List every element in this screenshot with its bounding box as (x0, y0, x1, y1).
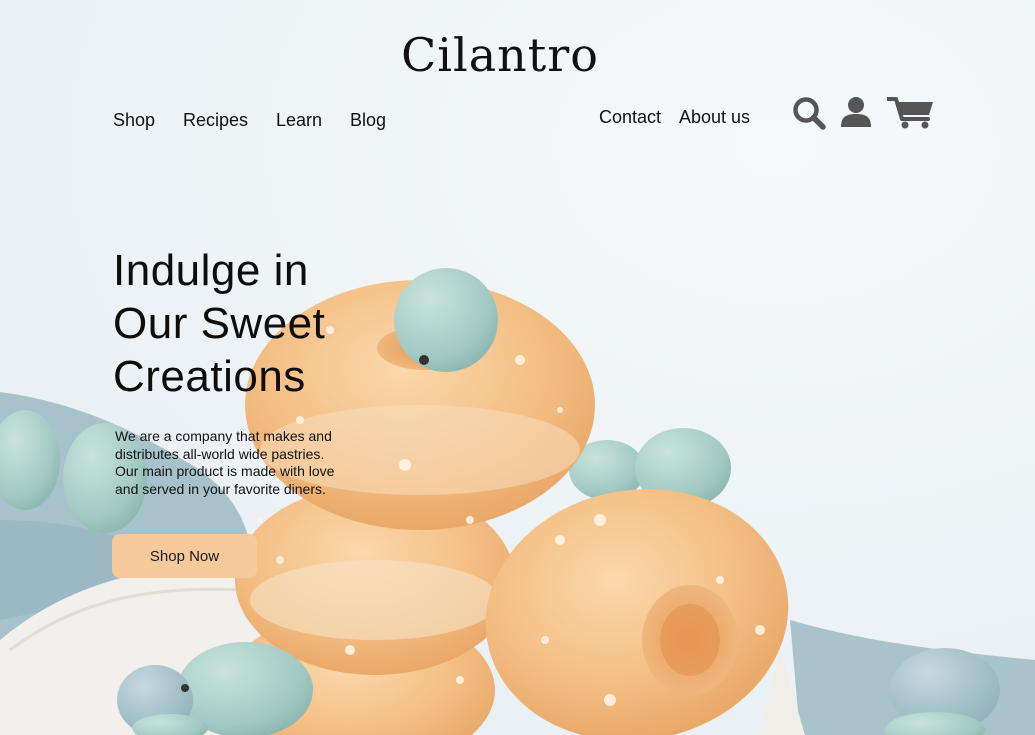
nav-blog-link[interactable]: Blog (350, 110, 386, 131)
hero-headline-line-1: Indulge in (113, 246, 309, 295)
hero-description: We are a company that makes and distribu… (115, 428, 335, 497)
user-icon[interactable] (840, 96, 872, 133)
nav-about-link[interactable]: About us (679, 107, 750, 128)
shop-now-button[interactable]: Shop Now (112, 534, 257, 578)
nav-recipes-link[interactable]: Recipes (183, 110, 248, 131)
hero-headline-line-2: Our Sweet (113, 299, 326, 348)
brand-logo[interactable]: Cilantro (0, 28, 1000, 82)
cart-icon[interactable] (886, 96, 935, 135)
brand-logo-text: Cilantro (401, 28, 599, 82)
nav-contact-link[interactable]: Contact (599, 107, 661, 128)
hero-headline-line-3: Creations (113, 352, 306, 401)
search-icon[interactable] (792, 96, 826, 135)
nav-learn-link[interactable]: Learn (276, 110, 322, 131)
nav-shop-link[interactable]: Shop (113, 110, 155, 131)
hero-headline: Indulge in Our Sweet Creations (113, 244, 393, 403)
